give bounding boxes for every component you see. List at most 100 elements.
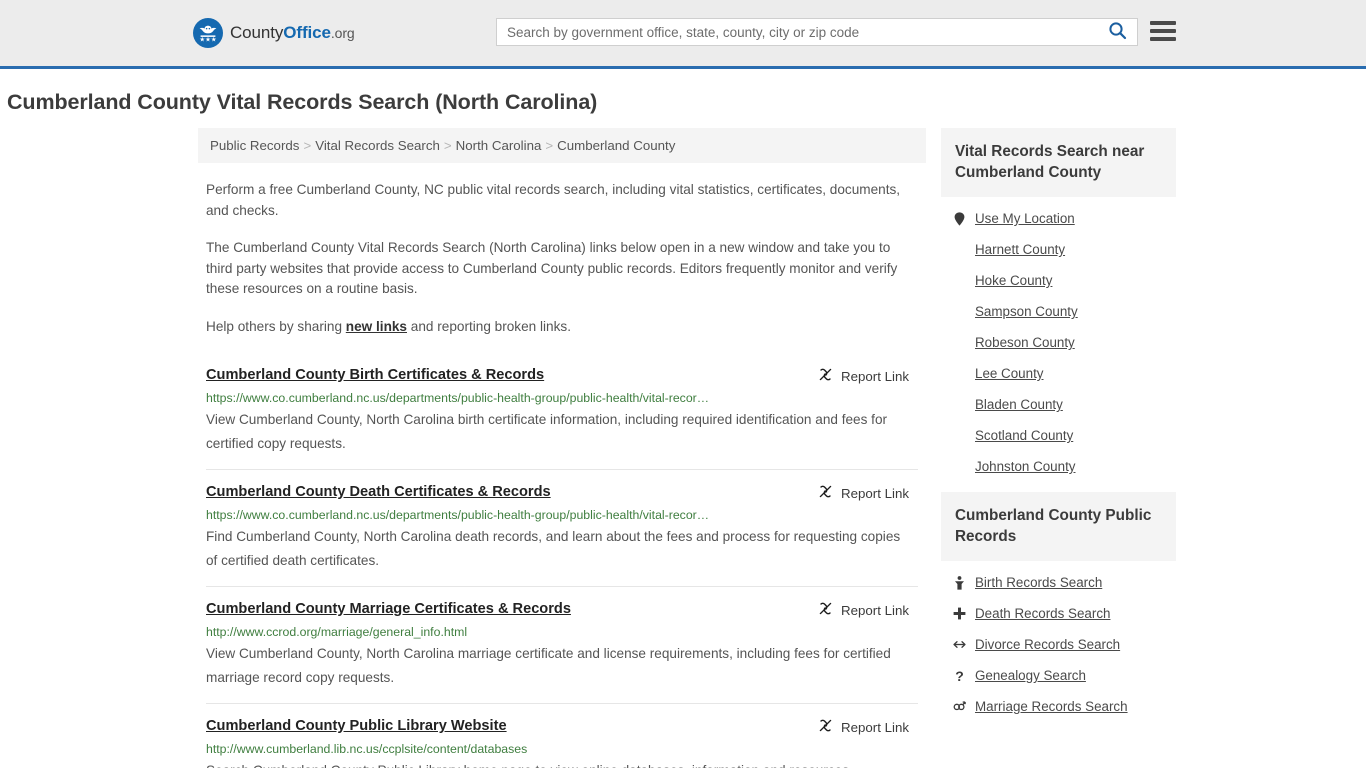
sidebar: Vital Records Search near Cumberland Cou… bbox=[941, 128, 1176, 732]
panel-item-list: Use My Location Harnett County Hoke Coun… bbox=[941, 197, 1176, 482]
logo-text-part1: County bbox=[230, 23, 284, 42]
report-link-button[interactable]: Report Link bbox=[818, 484, 918, 502]
report-link-button[interactable]: Report Link bbox=[818, 601, 918, 619]
sidebar-item-use-my-location[interactable]: Use My Location bbox=[953, 203, 1176, 234]
sidebar-item-lee-county[interactable]: Lee County bbox=[953, 358, 1176, 389]
report-link-label: Report Link bbox=[841, 368, 909, 384]
question-mark-icon: ? bbox=[955, 667, 964, 684]
svg-text:★★★: ★★★ bbox=[199, 35, 216, 43]
breadcrumb-item-cumberland-county[interactable]: Cumberland County bbox=[557, 138, 675, 153]
broken-link-icon bbox=[818, 367, 833, 385]
sidebar-item-label[interactable]: Birth Records Search bbox=[975, 575, 1102, 590]
sidebar-item-label[interactable]: Lee County bbox=[975, 366, 1044, 381]
map-pin-icon bbox=[953, 211, 966, 226]
panel-heading: Vital Records Search near Cumberland Cou… bbox=[941, 128, 1176, 197]
breadcrumb-separator: > bbox=[443, 138, 452, 153]
eagle-seal-icon: ★★★ bbox=[193, 18, 223, 48]
sidebar-item-scotland-county[interactable]: Scotland County bbox=[953, 420, 1176, 451]
content-row: Public Records > Vital Records Search > Nort… bbox=[0, 128, 1366, 768]
sidebar-panel-nearby: Vital Records Search near Cumberland Cou… bbox=[941, 128, 1176, 482]
result-description: View Cumberland County, North Carolina b… bbox=[206, 412, 888, 451]
result-title-link[interactable]: Cumberland County Birth Certificates & R… bbox=[206, 367, 544, 383]
page-body: Cumberland County Vital Records Search (… bbox=[0, 90, 1366, 768]
new-links-link[interactable]: new links bbox=[346, 319, 407, 334]
sidebar-item-label[interactable]: Use My Location bbox=[975, 211, 1075, 226]
breadcrumb-item-vital-records-search[interactable]: Vital Records Search bbox=[315, 138, 440, 153]
logo-text-part2: Office bbox=[283, 23, 331, 42]
report-link-label: Report Link bbox=[841, 485, 909, 501]
search-button[interactable] bbox=[1104, 21, 1137, 43]
breadcrumb-item-public-records[interactable]: Public Records bbox=[210, 138, 299, 153]
cross-icon bbox=[953, 607, 966, 620]
search-icon bbox=[1108, 21, 1127, 43]
sidebar-item-harnett-county[interactable]: Harnett County bbox=[953, 234, 1176, 265]
sidebar-item-genealogy-search[interactable]: ? Genealogy Search bbox=[953, 660, 1176, 691]
sidebar-item-birth-records-search[interactable]: Birth Records Search bbox=[953, 567, 1176, 598]
sidebar-item-death-records-search[interactable]: Death Records Search bbox=[953, 598, 1176, 629]
sidebar-panel-public-records: Cumberland County Public Records Birth R… bbox=[941, 492, 1176, 722]
sidebar-item-bladen-county[interactable]: Bladen County bbox=[953, 389, 1176, 420]
panel-heading: Cumberland County Public Records bbox=[941, 492, 1176, 561]
result-item: Cumberland County Public Library Website… bbox=[206, 703, 918, 768]
breadcrumb-separator: > bbox=[303, 138, 312, 153]
intro-paragraph-3: Help others by sharing new links and rep… bbox=[206, 317, 918, 338]
intro-section: Perform a free Cumberland County, NC pub… bbox=[198, 180, 926, 337]
panel-item-list: Birth Records Search Death Records Searc… bbox=[941, 561, 1176, 722]
result-header: Cumberland County Public Library Website… bbox=[206, 718, 918, 736]
sidebar-item-robeson-county[interactable]: Robeson County bbox=[953, 327, 1176, 358]
result-header: Cumberland County Birth Certificates & R… bbox=[206, 367, 918, 385]
report-link-button[interactable]: Report Link bbox=[818, 367, 918, 385]
result-url[interactable]: http://www.ccrod.org/marriage/general_in… bbox=[206, 625, 806, 639]
report-link-button[interactable]: Report Link bbox=[818, 718, 918, 736]
breadcrumb-item-north-carolina[interactable]: North Carolina bbox=[456, 138, 542, 153]
result-header: Cumberland County Marriage Certificates … bbox=[206, 601, 918, 619]
sidebar-item-johnston-county[interactable]: Johnston County bbox=[953, 451, 1176, 482]
sidebar-item-label[interactable]: Sampson County bbox=[975, 304, 1078, 319]
sidebar-item-hoke-county[interactable]: Hoke County bbox=[953, 265, 1176, 296]
intro-paragraph-1: Perform a free Cumberland County, NC pub… bbox=[206, 182, 901, 218]
sidebar-item-label[interactable]: Harnett County bbox=[975, 242, 1065, 257]
result-description: Find Cumberland County, North Carolina d… bbox=[206, 529, 901, 568]
sidebar-item-divorce-records-search[interactable]: Divorce Records Search bbox=[953, 629, 1176, 660]
sidebar-item-label[interactable]: Robeson County bbox=[975, 335, 1075, 350]
sidebar-item-label[interactable]: Divorce Records Search bbox=[975, 637, 1120, 652]
result-header: Cumberland County Death Certificates & R… bbox=[206, 484, 918, 502]
breadcrumb: Public Records > Vital Records Search > Nort… bbox=[198, 128, 926, 163]
result-item: Cumberland County Marriage Certificates … bbox=[206, 586, 918, 703]
hamburger-menu-icon[interactable] bbox=[1150, 21, 1176, 41]
site-logo[interactable]: ★★★ CountyOffice.org bbox=[193, 18, 355, 48]
results-list: Cumberland County Birth Certificates & R… bbox=[198, 357, 926, 768]
intro-text-after: and reporting broken links. bbox=[407, 318, 571, 334]
sidebar-item-label[interactable]: Genealogy Search bbox=[975, 668, 1086, 683]
sidebar-item-label[interactable]: Death Records Search bbox=[975, 606, 1110, 621]
sidebar-item-label[interactable]: Johnston County bbox=[975, 459, 1076, 474]
sidebar-item-marriage-records-search[interactable]: Marriage Records Search bbox=[953, 691, 1176, 722]
result-title-link[interactable]: Cumberland County Public Library Website bbox=[206, 718, 507, 734]
intro-text-before: Help others by sharing bbox=[206, 318, 346, 334]
broken-link-icon bbox=[818, 484, 833, 502]
search-bar[interactable] bbox=[496, 18, 1138, 46]
result-title-link[interactable]: Cumberland County Marriage Certificates … bbox=[206, 601, 571, 617]
broken-link-icon bbox=[818, 718, 833, 736]
result-url[interactable]: https://www.co.cumberland.nc.us/departme… bbox=[206, 391, 806, 405]
sidebar-item-label[interactable]: Marriage Records Search bbox=[975, 699, 1128, 714]
logo-text-part3: .org bbox=[330, 25, 355, 41]
result-url[interactable]: http://www.cumberland.lib.nc.us/ccplsite… bbox=[206, 742, 806, 756]
male-female-icon bbox=[953, 700, 966, 713]
result-title-link[interactable]: Cumberland County Death Certificates & R… bbox=[206, 484, 551, 500]
report-link-label: Report Link bbox=[841, 602, 909, 618]
sidebar-item-label[interactable]: Hoke County bbox=[975, 273, 1052, 288]
search-input[interactable] bbox=[497, 19, 1104, 45]
sidebar-item-sampson-county[interactable]: Sampson County bbox=[953, 296, 1176, 327]
result-item: Cumberland County Death Certificates & R… bbox=[206, 469, 918, 586]
main-column: Public Records > Vital Records Search > Nort… bbox=[198, 128, 926, 768]
sidebar-item-label[interactable]: Scotland County bbox=[975, 428, 1073, 443]
site-logo-text: CountyOffice.org bbox=[230, 23, 355, 43]
left-right-arrow-icon bbox=[953, 639, 966, 650]
report-link-label: Report Link bbox=[841, 719, 909, 735]
result-url[interactable]: https://www.co.cumberland.nc.us/departme… bbox=[206, 508, 806, 522]
result-description: View Cumberland County, North Carolina m… bbox=[206, 646, 891, 685]
sidebar-item-label[interactable]: Bladen County bbox=[975, 397, 1063, 412]
result-description: Search Cumberland County Public Library … bbox=[206, 759, 906, 768]
breadcrumb-separator: > bbox=[545, 138, 554, 153]
